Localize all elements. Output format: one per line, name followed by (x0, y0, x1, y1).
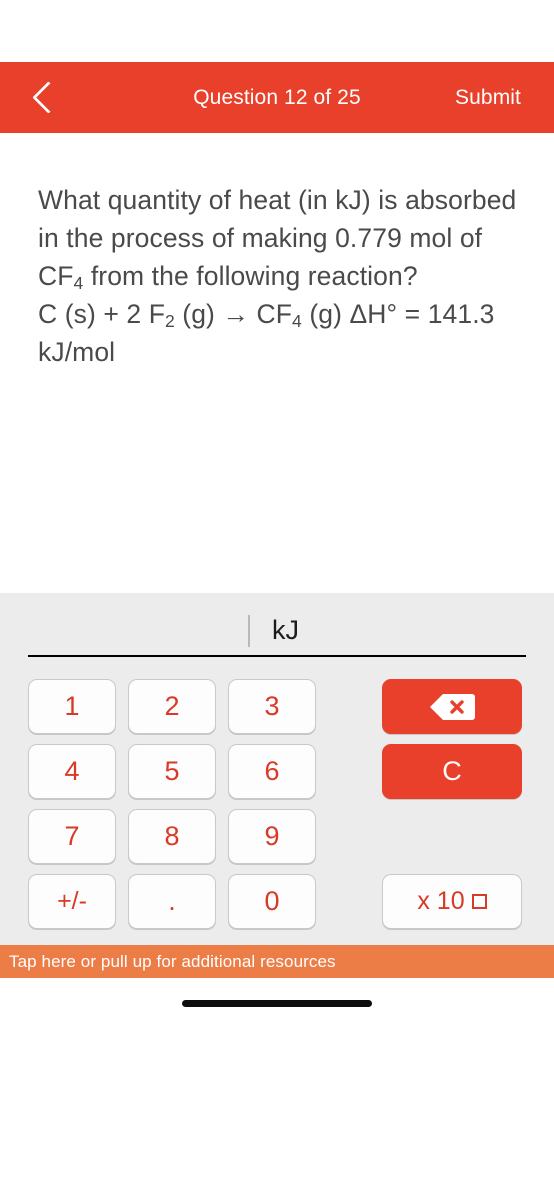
question-subscript-1: 4 (73, 272, 84, 293)
answer-input[interactable] (68, 614, 236, 648)
key-6[interactable]: 6 (228, 744, 316, 799)
key-decimal[interactable]: . (128, 874, 216, 929)
additional-resources-label: Tap here or pull up for additional resou… (9, 951, 336, 971)
home-indicator (182, 1000, 372, 1007)
answer-input-row[interactable]: kJ (28, 609, 526, 657)
backspace-icon (429, 693, 475, 721)
app-header: Question 12 of 25 Submit (0, 62, 554, 133)
key-8[interactable]: 8 (128, 809, 216, 864)
key-1[interactable]: 1 (28, 679, 116, 734)
home-indicator-area (0, 978, 554, 1200)
status-bar (0, 0, 554, 62)
reaction-equation: C (s) + 2 F2 (g) → CF4 (g) ΔH° = 141.3 k… (38, 295, 518, 371)
equation-subscript-2: 4 (292, 310, 302, 331)
key-plus-minus[interactable]: +/- (28, 874, 116, 929)
calculator-keypad: kJ 1 2 3 4 5 6 7 8 9 +/- . 0 C x 10 (0, 593, 554, 945)
key-2[interactable]: 2 (128, 679, 216, 734)
submit-button[interactable]: Submit (455, 86, 521, 110)
key-5[interactable]: 5 (128, 744, 216, 799)
question-area: What quantity of heat (in kJ) is absorbe… (0, 133, 554, 593)
text-caret (248, 615, 250, 647)
question-line-1-tail: from the following reaction? (83, 261, 418, 291)
app-screen: Question 12 of 25 Submit What quantity o… (0, 0, 554, 1200)
answer-unit-label: kJ (272, 615, 299, 645)
key-7[interactable]: 7 (28, 809, 116, 864)
numeric-keypad-grid: 1 2 3 4 5 6 7 8 9 +/- . 0 (28, 679, 316, 929)
additional-resources-bar[interactable]: Tap here or pull up for additional resou… (0, 945, 554, 978)
exponent-label: x 10 (417, 887, 465, 915)
exponent-placeholder-box (471, 894, 487, 909)
equation-subscript-1: 2 (165, 310, 175, 331)
exponent-button[interactable]: x 10 (382, 874, 522, 929)
backspace-button[interactable] (382, 679, 522, 734)
equation-part-1: C (s) + 2 F (38, 299, 165, 329)
key-3[interactable]: 3 (228, 679, 316, 734)
key-9[interactable]: 9 (228, 809, 316, 864)
key-0[interactable]: 0 (228, 874, 316, 929)
keypad-actions: C x 10 (382, 679, 522, 929)
question-text: What quantity of heat (in kJ) is absorbe… (38, 181, 518, 371)
key-4[interactable]: 4 (28, 744, 116, 799)
equation-part-2: (g) → CF (174, 299, 293, 329)
clear-button[interactable]: C (382, 744, 522, 799)
